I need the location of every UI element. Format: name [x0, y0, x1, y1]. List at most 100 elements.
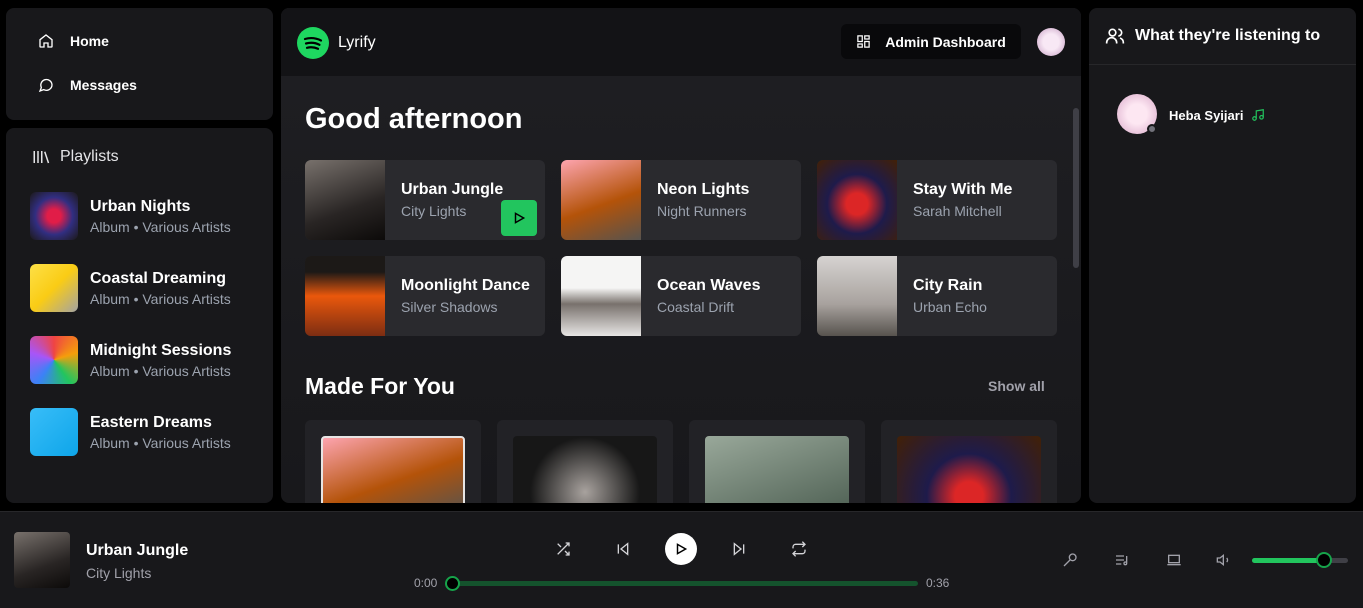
player-bar: Urban Jungle City Lights 0:00 0:36: [0, 511, 1363, 608]
featured-card[interactable]: Ocean Waves Coastal Drift: [561, 256, 801, 336]
playlist-cover: [30, 264, 78, 312]
playlist-title: Eastern Dreams: [90, 413, 212, 431]
album-cover: [897, 436, 1041, 503]
featured-cover: [305, 160, 385, 240]
featured-title: Urban Jungle: [401, 181, 504, 198]
now-playing-artist: City Lights: [86, 565, 152, 581]
featured-card[interactable]: Stay With Me Sarah Mitchell: [817, 160, 1057, 240]
playlist-item[interactable]: Eastern Dreams Album • Various Artists: [30, 406, 260, 458]
nav-messages[interactable]: Messages: [38, 77, 137, 93]
playlist-subtitle: Album • Various Artists: [90, 434, 231, 451]
album-card[interactable]: [881, 420, 1057, 503]
featured-artist: Silver Shadows: [401, 299, 498, 315]
featured-cover: [817, 160, 897, 240]
app-logo[interactable]: Lyrify: [297, 27, 376, 59]
featured-title: Stay With Me: [913, 181, 1013, 198]
playlist-title: Urban Nights: [90, 197, 191, 215]
playlists-panel: Playlists Urban Nights Album • Various Ar…: [6, 128, 273, 503]
divider: [1089, 64, 1356, 65]
featured-title: City Rain: [913, 277, 983, 294]
playlists-header: Playlists: [32, 148, 119, 166]
featured-cover: [561, 160, 641, 240]
user-avatar[interactable]: [1037, 28, 1065, 56]
playlist-subtitle: Album • Various Artists: [90, 362, 231, 379]
album-cover: [513, 436, 657, 503]
friends-header: What they're listening to: [1105, 26, 1320, 46]
shuffle-button[interactable]: [552, 538, 574, 560]
previous-button[interactable]: [612, 538, 634, 560]
album-card[interactable]: [689, 420, 865, 503]
featured-title: Moonlight Dance: [401, 277, 530, 294]
duration: 0:36: [926, 576, 950, 590]
app-name: Lyrify: [338, 34, 376, 51]
volume-slider[interactable]: [1252, 552, 1348, 568]
featured-artist: Night Runners: [657, 203, 747, 219]
friends-title: What they're listening to: [1135, 27, 1321, 44]
play-button[interactable]: [501, 200, 537, 236]
playlists-title: Playlists: [60, 148, 119, 165]
users-icon: [1105, 26, 1125, 46]
home-icon: [38, 33, 54, 49]
featured-cover: [817, 256, 897, 336]
friend-item[interactable]: Heba Syijari: [1117, 94, 1265, 134]
greeting-title: Good afternoon: [305, 103, 523, 135]
shuffle-icon: [555, 541, 571, 557]
friend-avatar: [1117, 94, 1157, 134]
laptop-icon: [1166, 552, 1184, 568]
playlist-item[interactable]: Urban Nights Album • Various Artists: [30, 190, 260, 242]
volume-fill: [1252, 558, 1324, 563]
album-cover: [705, 436, 849, 503]
volume-knob[interactable]: [1316, 552, 1332, 568]
message-icon: [38, 77, 54, 93]
queue-button[interactable]: [1114, 552, 1132, 570]
playlist-cover: [30, 192, 78, 240]
featured-card[interactable]: Moonlight Dance Silver Shadows: [305, 256, 545, 336]
lyrics-button[interactable]: [1062, 552, 1080, 570]
microphone-icon: [1062, 552, 1080, 568]
featured-artist: City Lights: [401, 203, 467, 219]
progress-knob[interactable]: [445, 576, 460, 591]
playlist-item[interactable]: Midnight Sessions Album • Various Artists: [30, 334, 260, 386]
repeat-button[interactable]: [788, 538, 810, 560]
top-bar: Lyrify Admin Dashboard: [281, 8, 1081, 76]
queue-icon: [1114, 552, 1132, 568]
featured-cover: [305, 256, 385, 336]
featured-title: Neon Lights: [657, 181, 750, 198]
volume-icon: [1216, 552, 1234, 568]
nav-home[interactable]: Home: [38, 33, 109, 49]
admin-dashboard-button[interactable]: Admin Dashboard: [841, 24, 1021, 59]
library-icon: [32, 149, 50, 165]
next-button[interactable]: [728, 538, 750, 560]
playlist-item[interactable]: Coastal Dreaming Album • Various Artists: [30, 262, 260, 314]
show-all-link[interactable]: Show all: [988, 378, 1045, 394]
section-title: Made For You: [305, 373, 455, 399]
playlist-title: Midnight Sessions: [90, 341, 232, 359]
repeat-icon: [791, 541, 807, 557]
skip-back-icon: [615, 541, 631, 557]
play-pause-button[interactable]: [665, 533, 697, 565]
scrollbar[interactable]: [1073, 108, 1079, 268]
featured-card[interactable]: Neon Lights Night Runners: [561, 160, 801, 240]
volume-button[interactable]: [1216, 552, 1234, 570]
featured-artist: Urban Echo: [913, 299, 987, 315]
album-cover: [321, 436, 465, 503]
album-card[interactable]: [497, 420, 673, 503]
play-icon: [512, 211, 526, 225]
now-playing-title: Urban Jungle: [86, 542, 189, 559]
admin-dashboard-label: Admin Dashboard: [885, 33, 1006, 50]
featured-card[interactable]: Urban Jungle City Lights: [305, 160, 545, 240]
dashboard-icon: [856, 34, 871, 49]
current-time: 0:00: [414, 576, 438, 590]
progress-bar[interactable]: [445, 576, 918, 591]
skip-forward-icon: [731, 541, 747, 557]
featured-cover: [561, 256, 641, 336]
playlist-cover: [30, 408, 78, 456]
playlist-cover: [30, 336, 78, 384]
album-card[interactable]: [305, 420, 481, 503]
featured-artist: Coastal Drift: [657, 299, 735, 315]
devices-button[interactable]: [1166, 552, 1184, 570]
nav-home-label: Home: [70, 33, 109, 49]
nav-panel: Home Messages: [6, 8, 273, 120]
friend-name: Heba Syijari: [1169, 107, 1244, 123]
featured-card[interactable]: City Rain Urban Echo: [817, 256, 1057, 336]
